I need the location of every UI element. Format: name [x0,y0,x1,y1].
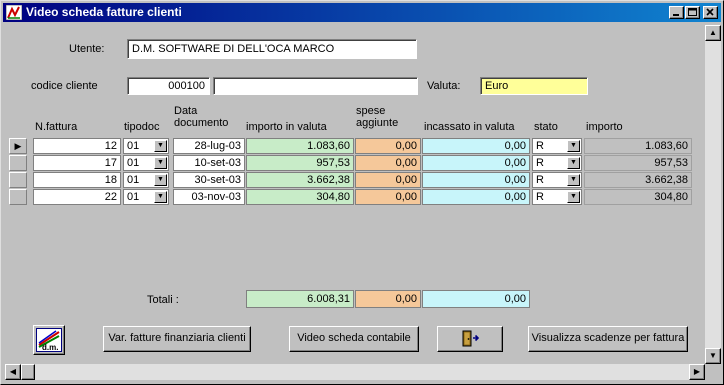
importo-cell: 304,80 [584,189,692,205]
visualizza-scadenze-button[interactable]: Visualizza scadenze per fattura [528,326,688,352]
chevron-down-icon[interactable]: ▼ [567,174,580,186]
importo-cell: 1.083,60 [584,138,692,154]
header-data-documento: Data documento [174,105,229,129]
totali-label: Totali : [147,294,179,306]
chevron-down-icon[interactable]: ▼ [154,140,167,152]
incassato-cell[interactable]: 0,00 [422,172,530,188]
importo-valuta-cell[interactable]: 957,53 [246,155,354,171]
minimize-button[interactable] [669,6,684,19]
scroll-thumb[interactable] [21,364,35,380]
spese-cell[interactable]: 0,00 [355,172,421,188]
stato-value: R [536,174,544,186]
dm-logo-icon: d.m. [36,328,62,352]
nfattura-cell[interactable]: 18 [33,172,121,188]
header-nfattura: N.fattura [35,121,78,133]
scroll-right-icon[interactable]: ▶ [689,364,705,380]
header-importo: importo [586,121,623,133]
incassato-cell[interactable]: 0,00 [422,138,530,154]
totale-incassato: 0,00 [422,290,530,308]
data-documento-cell[interactable]: 28-lug-03 [173,138,245,154]
app-window: Video scheda fatture clienti Utente: D.M… [0,0,724,385]
spese-cell[interactable]: 0,00 [355,138,421,154]
importo-cell: 3.662,38 [584,172,692,188]
tipodoc-value: 01 [127,191,140,203]
minimize-icon [673,14,679,16]
vertical-scrollbar[interactable]: ▲ ▼ [705,25,721,364]
stato-combo[interactable]: R ▼ [532,189,582,205]
chevron-down-icon[interactable]: ▼ [567,157,580,169]
chevron-down-icon[interactable]: ▼ [154,191,167,203]
tipodoc-combo[interactable]: 01 ▼ [123,155,169,171]
door-exit-icon [462,330,480,347]
data-documento-cell[interactable]: 30-set-03 [173,172,245,188]
tipodoc-combo[interactable]: 01 ▼ [123,172,169,188]
data-documento-cell[interactable]: 03-nov-03 [173,189,245,205]
importo-valuta-cell[interactable]: 3.662,38 [246,172,354,188]
valuta-field[interactable]: Euro [480,77,588,95]
cliente-name-field[interactable] [213,77,418,95]
row-selector[interactable] [9,172,27,188]
header-tipodoc: tipodoc [124,121,160,133]
dm-logo-button[interactable]: d.m. [33,325,65,355]
header-incassato-valuta: incassato in valuta [424,121,515,133]
utente-label: Utente: [69,43,105,55]
close-icon [706,8,714,16]
tipodoc-combo[interactable]: 01 ▼ [123,138,169,154]
spese-cell[interactable]: 0,00 [355,189,421,205]
window-title: Video scheda fatture clienti [26,5,182,19]
video-scheda-contabile-button[interactable]: Video scheda contabile [289,326,419,352]
incassato-cell[interactable]: 0,00 [422,189,530,205]
scroll-left-icon[interactable]: ◀ [5,364,21,380]
incassato-cell[interactable]: 0,00 [422,155,530,171]
nfattura-cell[interactable]: 12 [33,138,121,154]
valuta-label: Valuta: [427,80,461,92]
chevron-down-icon[interactable]: ▼ [567,140,580,152]
exit-button[interactable] [437,326,503,352]
totale-spese: 0,00 [355,290,421,308]
header-stato: stato [534,121,558,133]
scroll-down-icon[interactable]: ▼ [705,348,721,364]
chevron-down-icon[interactable]: ▼ [567,191,580,203]
importo-valuta-cell[interactable]: 304,80 [246,189,354,205]
row-selector[interactable] [9,189,27,205]
stato-value: R [536,157,544,169]
row-selector[interactable] [9,155,27,171]
utente-field[interactable]: D.M. SOFTWARE DI DELL'OCA MARCO [127,39,417,59]
importo-valuta-cell[interactable]: 1.083,60 [246,138,354,154]
chevron-down-icon[interactable]: ▼ [154,157,167,169]
spese-cell[interactable]: 0,00 [355,155,421,171]
stato-combo[interactable]: R ▼ [532,172,582,188]
size-grip[interactable] [705,364,721,380]
chevron-down-icon[interactable]: ▼ [154,174,167,186]
app-icon [6,5,22,20]
maximize-button[interactable] [685,6,700,19]
tipodoc-value: 01 [127,174,140,186]
tipodoc-value: 01 [127,140,140,152]
title-bar[interactable]: Video scheda fatture clienti [3,3,721,22]
maximize-icon [688,8,697,16]
close-button[interactable] [703,6,718,19]
form-area: Utente: D.M. SOFTWARE DI DELL'OCA MARCO … [5,25,705,364]
nfattura-cell[interactable]: 17 [33,155,121,171]
tipodoc-value: 01 [127,157,140,169]
codice-cliente-label: codice cliente [31,80,98,92]
row-selector[interactable]: ▶ [9,138,27,154]
nfattura-cell[interactable]: 22 [33,189,121,205]
importo-cell: 957,53 [584,155,692,171]
totale-importo-valuta: 6.008,31 [246,290,354,308]
data-documento-cell[interactable]: 10-set-03 [173,155,245,171]
stato-combo[interactable]: R ▼ [532,138,582,154]
codice-cliente-field[interactable]: 000100 [127,77,210,95]
header-spese-aggiunte: spese aggiunte [356,105,399,129]
header-importo-valuta: importo in valuta [246,121,327,133]
scroll-up-icon[interactable]: ▲ [705,25,721,41]
stato-value: R [536,140,544,152]
horizontal-scrollbar[interactable]: ◀ ▶ [5,364,705,380]
dm-logo-text: d.m. [42,343,58,352]
var-fatture-button[interactable]: Var. fatture finanziaria clienti [103,326,251,352]
tipodoc-combo[interactable]: 01 ▼ [123,189,169,205]
stato-combo[interactable]: R ▼ [532,155,582,171]
stato-value: R [536,191,544,203]
